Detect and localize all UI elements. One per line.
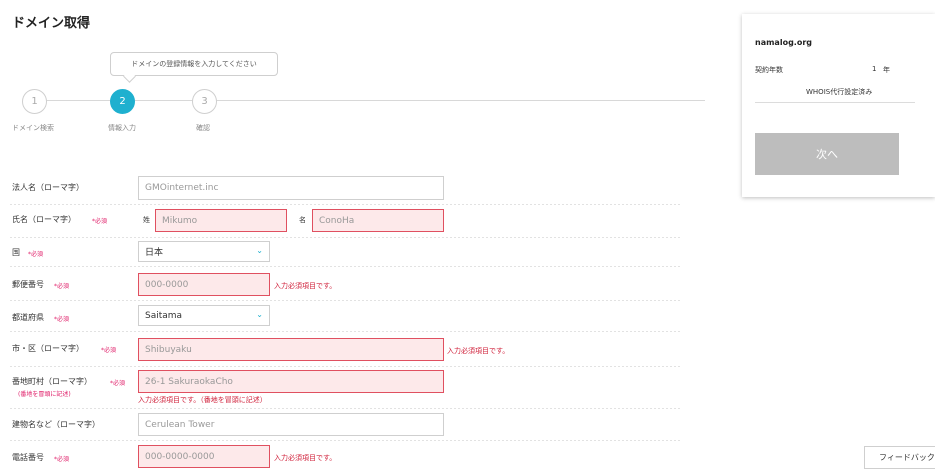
row-divider [10,366,682,367]
country-value: 日本 [145,248,164,258]
first-name-input[interactable]: ConoHa [312,209,444,232]
required-badge: *必須 [101,347,117,354]
building-label: 建物名など（ローマ字） [12,420,100,429]
row-divider [10,204,682,205]
corp-input[interactable]: GMOinternet.inc [138,176,444,200]
chevron-down-icon: ⌄ [256,246,263,255]
feedback-button[interactable]: フィードバック [864,446,935,469]
prefecture-value: Saitama [145,310,183,321]
step-1-label: ドメイン検索 [12,124,54,132]
step-2-label: 情報入力 [108,124,136,132]
city-input[interactable]: Shibuyaku [138,338,444,361]
zip-error: 入力必須項目です。 [274,282,337,290]
prefecture-label: 都道府県 [12,313,44,322]
street-error: 入力必須項目です。（番地を冒頭に記述） [138,396,267,404]
country-select[interactable]: 日本 ⌄ [138,241,270,262]
last-name-input[interactable]: Mikumo [155,209,287,232]
order-summary-panel: namalog.org 契約年数 1 年 WHOIS代行設定済み 次へ [742,14,935,197]
page-title: ドメイン取得 [12,16,91,31]
street-sub-note: (番地を冒頭に記述) [18,391,71,398]
name-label: 氏名（ローマ字） [12,215,76,224]
last-name-label: 姓 [143,216,150,224]
prefecture-select[interactable]: Saitama ⌄ [138,305,270,326]
corp-label: 法人名（ローマ字） [12,183,84,192]
term-unit: 年 [883,66,890,74]
required-badge: *必須 [54,283,70,290]
step-tooltip: ドメインの登録情報を入力してください [110,52,278,76]
chevron-down-icon: ⌄ [256,310,263,319]
row-divider [10,408,682,409]
city-error: 入力必須項目です。 [447,347,510,355]
country-label: 国 [12,248,20,257]
city-label: 市・区（ローマ字） [12,344,84,353]
row-divider [10,331,682,332]
phone-label: 電話番号 [12,453,44,462]
panel-divider [755,102,915,103]
zip-input[interactable]: 000-0000 [138,273,270,296]
domain-name: namalog.org [755,38,812,47]
phone-input[interactable]: 000-0000-0000 [138,445,270,468]
row-divider [10,237,682,238]
phone-error: 入力必須項目です。 [274,454,337,462]
step-2-circle: 2 [110,89,135,114]
whois-status: WHOIS代行設定済み [806,88,873,96]
street-input[interactable]: 26-1 SakuraokaCho [138,370,444,393]
step-3-circle: 3 [192,89,217,114]
street-label: 番地町村（ローマ字） [12,377,92,386]
zip-label: 郵便番号 [12,280,44,289]
next-button[interactable]: 次へ [755,133,899,175]
row-divider [10,266,682,267]
required-badge: *必須 [54,456,70,463]
term-label: 契約年数 [755,66,783,74]
row-divider [10,300,682,301]
term-value: 1 [872,65,877,73]
step-3-label: 確認 [196,124,210,132]
first-name-label: 名 [299,216,306,224]
building-input[interactable]: Cerulean Tower [138,413,444,436]
step-1-circle: 1 [22,89,47,114]
required-badge: *必須 [110,380,126,387]
required-badge: *必須 [28,251,44,258]
required-badge: *必須 [54,316,70,323]
required-badge: *必須 [92,218,108,225]
row-divider [10,440,682,441]
